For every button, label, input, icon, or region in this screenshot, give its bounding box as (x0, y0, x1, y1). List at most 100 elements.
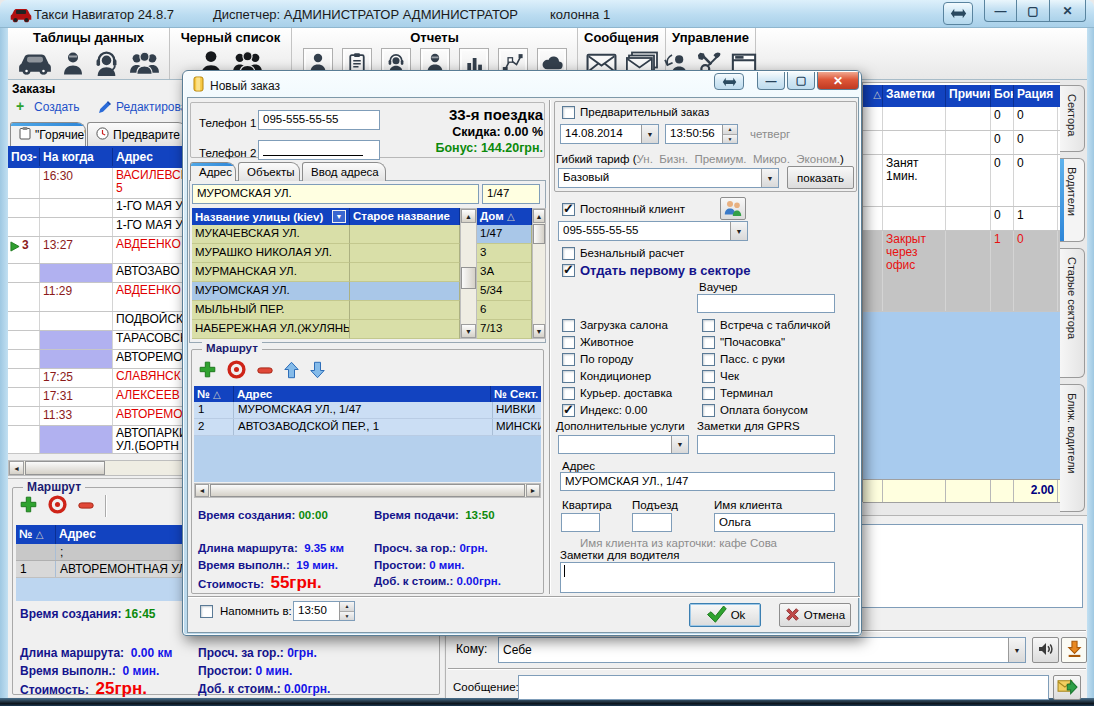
option-checkbox[interactable] (562, 387, 575, 400)
option-checkbox[interactable] (562, 370, 575, 383)
address-input[interactable]: МУРОМСКАЯ УЛ., 1/47 (560, 472, 835, 491)
house-row[interactable]: 7/13 (477, 320, 532, 339)
side-tab-3[interactable]: Старые сектора (1060, 248, 1085, 378)
option-checkbox[interactable] (702, 336, 715, 349)
option-checkbox[interactable] (562, 319, 575, 332)
tab-preliminary-orders[interactable]: Предварите (87, 122, 187, 146)
side-tab-4[interactable]: Ближ. водители (1060, 384, 1085, 512)
cancel-button[interactable]: Отмена (779, 603, 851, 627)
street-row[interactable]: МУРОМСКАЯ УЛ. (192, 282, 350, 301)
preliminary-checkbox[interactable] (562, 106, 575, 119)
cashless-checkbox[interactable] (562, 247, 575, 260)
phone2-input[interactable] (258, 140, 380, 160)
remove-route-point-icon[interactable] (78, 499, 94, 513)
swap-window-button[interactable] (943, 2, 973, 25)
phone1-input[interactable]: 095-555-55-55 (258, 110, 380, 130)
send-down-button[interactable] (1061, 637, 1087, 663)
driver-row[interactable]: 00 (863, 107, 1060, 131)
house-row[interactable]: 5/34 (477, 282, 532, 301)
option-checkbox[interactable] (562, 336, 575, 349)
tab-address[interactable]: Адрес (190, 162, 236, 181)
dialog-minimize-button[interactable]: — (757, 72, 785, 90)
house-row[interactable]: 6 (477, 301, 532, 320)
option-checkbox[interactable] (702, 319, 715, 332)
dialog-maximize-button[interactable]: ▢ (787, 72, 815, 90)
remove-route-point-icon[interactable] (257, 365, 273, 377)
show-tariff-button[interactable]: показать (787, 166, 854, 189)
dialog-swap-button[interactable] (714, 73, 744, 90)
option-checkbox[interactable] (702, 370, 715, 383)
street-row[interactable]: МУРАШКО НИКОЛАЯ УЛ. (192, 244, 350, 263)
remind-time-spinner[interactable]: 13:50 ▲▼ (293, 601, 355, 621)
driver-icon[interactable] (62, 50, 84, 77)
option-checkbox[interactable] (562, 404, 575, 417)
add-route-point-icon[interactable] (20, 496, 37, 516)
option-checkbox[interactable] (702, 387, 715, 400)
street-old-name[interactable] (350, 244, 460, 263)
tab-address-entry[interactable]: Ввод адреса (302, 162, 386, 181)
driver-notes-input[interactable] (560, 562, 835, 593)
tariff-select[interactable]: Базовый▼ (558, 168, 779, 188)
remind-checkbox[interactable] (200, 605, 213, 618)
minimize-button[interactable]: — (984, 0, 1017, 22)
gprs-notes-input[interactable] (697, 435, 835, 454)
dialog-route-row[interactable]: 2АВТОЗАВОДСКОЙ ПЕР., 1МИНСКИЙ (194, 419, 541, 436)
street-old-name[interactable] (350, 263, 460, 282)
create-order-link[interactable]: Создать (34, 100, 80, 114)
send-message-button[interactable] (1053, 675, 1081, 700)
driver-row[interactable]: 01 (863, 207, 1060, 231)
street-row[interactable]: НАБЕРЕЖНАЯ УЛ.(ЖУЛЯНЬ (192, 320, 350, 339)
message-input[interactable] (518, 675, 1049, 700)
option-checkbox[interactable] (702, 404, 715, 417)
client-name-input[interactable]: Ольга (714, 513, 835, 532)
tab-objects[interactable]: Объекты (238, 162, 300, 181)
house-row[interactable]: 1/47 (477, 225, 532, 244)
client-phone-select[interactable]: 095-555-55-55▼ (558, 221, 748, 241)
entrance-input[interactable] (632, 513, 672, 532)
clients-icon[interactable] (129, 50, 160, 77)
first-sector-checkbox[interactable] (562, 264, 575, 277)
house-input[interactable]: 1/47 (482, 184, 540, 204)
street-old-name[interactable] (350, 320, 460, 339)
move-down-icon[interactable] (310, 361, 325, 381)
street-input[interactable]: МУРОМСКАЯ УЛ. (192, 184, 479, 204)
street-row[interactable]: МУКАЧЕВСКАЯ УЛ. (192, 225, 350, 244)
voucher-input[interactable] (697, 294, 835, 313)
target-route-point-icon[interactable] (227, 360, 246, 381)
street-row[interactable]: МУРМАНСКАЯ УЛ. (192, 263, 350, 282)
side-tab-1[interactable]: Сектора (1060, 85, 1085, 152)
time-spinner[interactable]: 13:50:56 ▲▼ (665, 124, 738, 144)
dialog-route-hscrollbar[interactable]: ◄ ► (194, 483, 541, 498)
tab-hot-orders[interactable]: "Горячие" (10, 122, 86, 146)
operator-icon[interactable] (93, 50, 120, 77)
option-checkbox[interactable] (702, 353, 715, 366)
dialog-close-button[interactable]: ✕ (817, 72, 859, 90)
house-row[interactable]: 3 (477, 244, 532, 263)
add-route-point-icon[interactable] (199, 361, 216, 380)
car-icon[interactable] (17, 50, 53, 76)
house-vscrollbar[interactable]: ▲ ▼ (532, 208, 546, 339)
dialog-route-row[interactable]: 1МУРОМСКАЯ УЛ., 1/47НИВКИ (194, 402, 541, 419)
street-filter-button[interactable]: ▼ (332, 210, 346, 223)
target-route-point-icon[interactable] (48, 495, 67, 517)
close-button[interactable]: ✕ (1050, 0, 1086, 22)
house-row[interactable]: 3А (477, 263, 532, 282)
move-up-icon[interactable] (284, 361, 299, 381)
driver-row[interactable]: 00 (863, 131, 1060, 155)
driver-row[interactable]: Закрыт через офис10 (863, 231, 1060, 312)
sound-button[interactable] (1032, 637, 1059, 663)
date-select[interactable]: 14.08.2014▼ (560, 124, 659, 144)
street-old-name[interactable] (350, 301, 460, 320)
street-old-name[interactable] (350, 282, 460, 301)
maximize-button[interactable]: ▢ (1017, 0, 1050, 22)
driver-row[interactable]: Занят 1мин.00 (863, 155, 1060, 207)
option-checkbox[interactable] (562, 353, 575, 366)
flat-input[interactable] (561, 513, 600, 532)
street-row[interactable]: МЫЛЬНЫЙ ПЕР. (192, 301, 350, 320)
ok-button[interactable]: Ok (689, 603, 761, 627)
extra-services-select[interactable]: ▼ (558, 435, 689, 454)
client-card-button[interactable] (720, 197, 746, 220)
side-tab-2-active[interactable]: Водители (1060, 158, 1085, 242)
to-select[interactable]: Себе▼ (498, 637, 1026, 663)
street-vscrollbar[interactable]: ▲ ▼ (460, 208, 477, 339)
